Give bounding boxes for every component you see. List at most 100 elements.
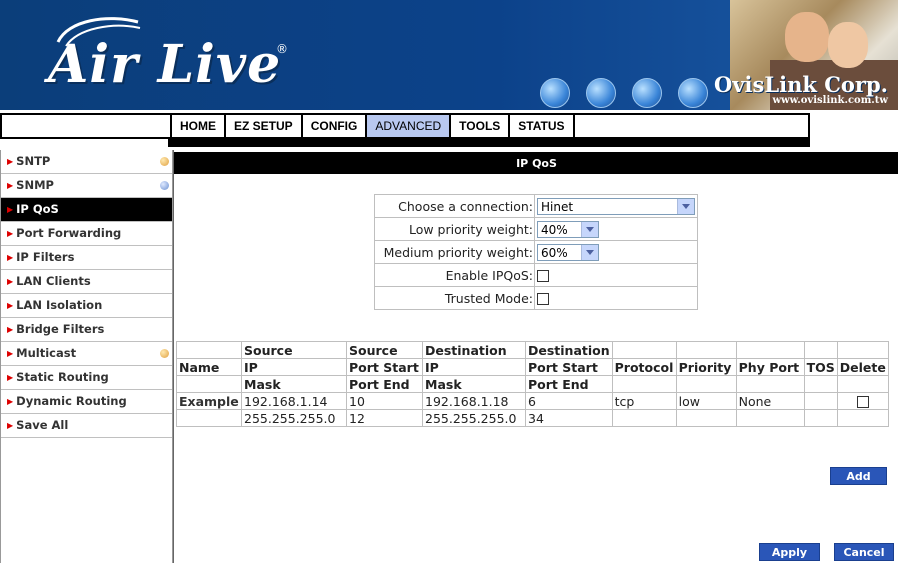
page-title: IP QoS bbox=[174, 152, 898, 174]
sidebar-item-label: Bridge Filters bbox=[16, 322, 105, 336]
row-destination-ip: 192.168.1.18 bbox=[422, 392, 526, 410]
nav-spacer bbox=[2, 115, 172, 137]
sidebar-item-label: SNTP bbox=[16, 154, 51, 168]
arrow-icon: ▶ bbox=[7, 397, 14, 406]
qos-rules-table: Source Source Destination Destination Na… bbox=[176, 341, 889, 427]
tab-config[interactable]: CONFIG bbox=[303, 115, 368, 137]
sidebar-item-label: Save All bbox=[16, 418, 69, 432]
sidebar-item-label: Dynamic Routing bbox=[16, 394, 127, 408]
col-destination-port-2: Port Start bbox=[525, 358, 613, 376]
row-name: Example bbox=[176, 392, 242, 410]
arrow-icon: ▶ bbox=[7, 205, 14, 214]
status-dot-icon bbox=[160, 157, 169, 166]
arrow-icon: ▶ bbox=[7, 349, 14, 358]
row-source-ip: 192.168.1.14 bbox=[241, 392, 347, 410]
col-source-ip: Source bbox=[241, 341, 347, 359]
col-destination-ip-2: IP bbox=[422, 358, 526, 376]
sidebar-item-ip-filters[interactable]: ▶ IP Filters bbox=[1, 246, 172, 270]
arrow-icon: ▶ bbox=[7, 325, 14, 334]
chevron-down-icon bbox=[677, 198, 694, 214]
sidebar-item-lan-isolation[interactable]: ▶ LAN Isolation bbox=[1, 294, 172, 318]
delete-checkbox[interactable] bbox=[856, 396, 869, 408]
arrow-icon: ▶ bbox=[7, 421, 14, 430]
col-source-port-2: Port Start bbox=[346, 358, 423, 376]
arrow-icon: ▶ bbox=[7, 277, 14, 286]
col-source-ip-2: IP bbox=[241, 358, 347, 376]
sidebar-item-label: IP QoS bbox=[16, 202, 59, 216]
row-destination-mask: 255.255.255.0 bbox=[422, 409, 526, 427]
arrow-icon: ▶ bbox=[7, 181, 14, 190]
tab-ez-setup[interactable]: EZ SETUP bbox=[226, 115, 303, 137]
trusted-mode-label: Trusted Mode: bbox=[374, 286, 535, 310]
main-content: IP QoS Choose a connection: Hinet Low pr… bbox=[173, 150, 898, 563]
sidebar-item-label: IP Filters bbox=[16, 250, 75, 264]
col-destination-port-3: Port End bbox=[525, 375, 613, 393]
sidebar-item-multicast[interactable]: ▶ Multicast bbox=[1, 342, 172, 366]
sidebar-item-label: Port Forwarding bbox=[16, 226, 122, 240]
sidebar-item-label: SNMP bbox=[16, 178, 54, 192]
header-banner: Air Live ® OvisLink Corp. www.ovislink.c… bbox=[0, 0, 898, 110]
col-name: Name bbox=[176, 358, 242, 376]
row-phy-port: None bbox=[735, 392, 805, 410]
sidebar-item-dynamic-routing[interactable]: ▶ Dynamic Routing bbox=[1, 390, 172, 414]
status-dot-icon bbox=[160, 349, 169, 358]
sidebar-item-sntp[interactable]: ▶ SNTP bbox=[1, 150, 172, 174]
sidebar-item-label: LAN Isolation bbox=[16, 298, 103, 312]
sidebar-item-snmp[interactable]: ▶ SNMP bbox=[1, 174, 172, 198]
arrow-icon: ▶ bbox=[7, 373, 14, 382]
sidebar-item-save-all[interactable]: ▶ Save All bbox=[1, 414, 172, 438]
arrow-icon: ▶ bbox=[7, 253, 14, 262]
sidebar-item-bridge-filters[interactable]: ▶ Bridge Filters bbox=[1, 318, 172, 342]
sidebar-item-ip-qos[interactable]: ▶ IP QoS bbox=[1, 198, 172, 222]
col-priority: Priority bbox=[675, 358, 737, 376]
tab-tools[interactable]: TOOLS bbox=[451, 115, 511, 137]
qos-config-form: Choose a connection: Hinet Low priority … bbox=[374, 194, 698, 310]
col-delete: Delete bbox=[836, 358, 889, 376]
low-priority-label: Low priority weight: bbox=[374, 217, 535, 241]
brand-name: OvisLink Corp. bbox=[714, 72, 888, 97]
sidebar-item-static-routing[interactable]: ▶ Static Routing bbox=[1, 366, 172, 390]
col-source-ip-3: Mask bbox=[241, 375, 347, 393]
cancel-button[interactable]: Cancel bbox=[834, 543, 894, 561]
trusted-mode-checkbox[interactable] bbox=[537, 293, 549, 305]
arrow-icon: ▶ bbox=[7, 229, 14, 238]
table-row: Example 192.168.1.14 10 192.168.1.18 6 t… bbox=[176, 392, 889, 410]
col-destination-ip-3: Mask bbox=[422, 375, 526, 393]
add-button[interactable]: Add bbox=[830, 467, 887, 485]
connection-label: Choose a connection: bbox=[374, 194, 535, 218]
globe-icon bbox=[586, 78, 616, 108]
row-destination-port-end: 34 bbox=[525, 409, 613, 427]
apply-button[interactable]: Apply bbox=[759, 543, 820, 561]
tab-status[interactable]: STATUS bbox=[510, 115, 575, 137]
ovislink-brand: OvisLink Corp. www.ovislink.com.tw bbox=[714, 72, 888, 106]
sidebar-item-label: Static Routing bbox=[16, 370, 109, 384]
sidebar-item-label: Multicast bbox=[16, 346, 77, 360]
connection-select[interactable]: Hinet bbox=[537, 197, 695, 215]
col-destination-ip: Destination bbox=[422, 341, 526, 359]
chevron-down-icon bbox=[581, 244, 598, 260]
low-priority-select[interactable]: 40% bbox=[537, 220, 599, 238]
globe-icon bbox=[678, 78, 708, 108]
sidebar-item-label: LAN Clients bbox=[16, 274, 91, 288]
col-source-port-3: Port End bbox=[346, 375, 423, 393]
globe-icon bbox=[540, 78, 570, 108]
row-source-port-end: 12 bbox=[346, 409, 423, 427]
tab-home[interactable]: HOME bbox=[172, 115, 226, 137]
globe-icon bbox=[632, 78, 662, 108]
col-protocol: Protocol bbox=[611, 358, 677, 376]
table-row: 255.255.255.0 12 255.255.255.0 34 bbox=[176, 409, 889, 427]
enable-ipqos-checkbox[interactable] bbox=[537, 270, 549, 282]
col-source-port: Source bbox=[346, 341, 423, 359]
row-destination-port-start: 6 bbox=[525, 392, 613, 410]
sidebar-item-lan-clients[interactable]: ▶ LAN Clients bbox=[1, 270, 172, 294]
sidebar: ▶ SNTP ▶ SNMP ▶ IP QoS ▶ Port Forwarding ▶ IP… bbox=[0, 150, 173, 563]
airlive-logo: Air Live ® bbox=[28, 12, 328, 104]
tab-advanced[interactable]: ADVANCED bbox=[367, 115, 452, 137]
connection-select-value: Hinet bbox=[541, 199, 574, 214]
arrow-icon: ▶ bbox=[7, 157, 14, 166]
col-tos: TOS bbox=[803, 358, 838, 376]
col-phy-port: Phy Port bbox=[735, 358, 805, 376]
medium-priority-value: 60% bbox=[541, 245, 568, 260]
medium-priority-select[interactable]: 60% bbox=[537, 243, 599, 261]
sidebar-item-port-forwarding[interactable]: ▶ Port Forwarding bbox=[1, 222, 172, 246]
